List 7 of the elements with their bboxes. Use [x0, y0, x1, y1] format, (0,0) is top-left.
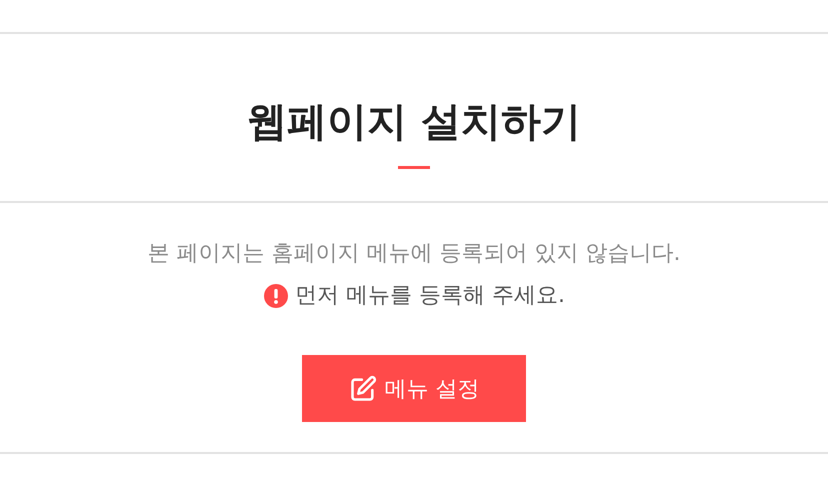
edit-icon	[348, 374, 376, 402]
warning-text: 먼저 메뉴를 등록해 주세요.	[295, 282, 565, 310]
page-title: 웹페이지 설치하기	[247, 98, 581, 147]
notice-text: 본 페이지는 홈페이지 메뉴에 등록되어 있지 않습니다.	[148, 240, 680, 268]
exclamation-icon	[263, 283, 289, 309]
title-underline	[398, 166, 430, 169]
menu-settings-button[interactable]: 메뉴 설정	[302, 355, 526, 422]
